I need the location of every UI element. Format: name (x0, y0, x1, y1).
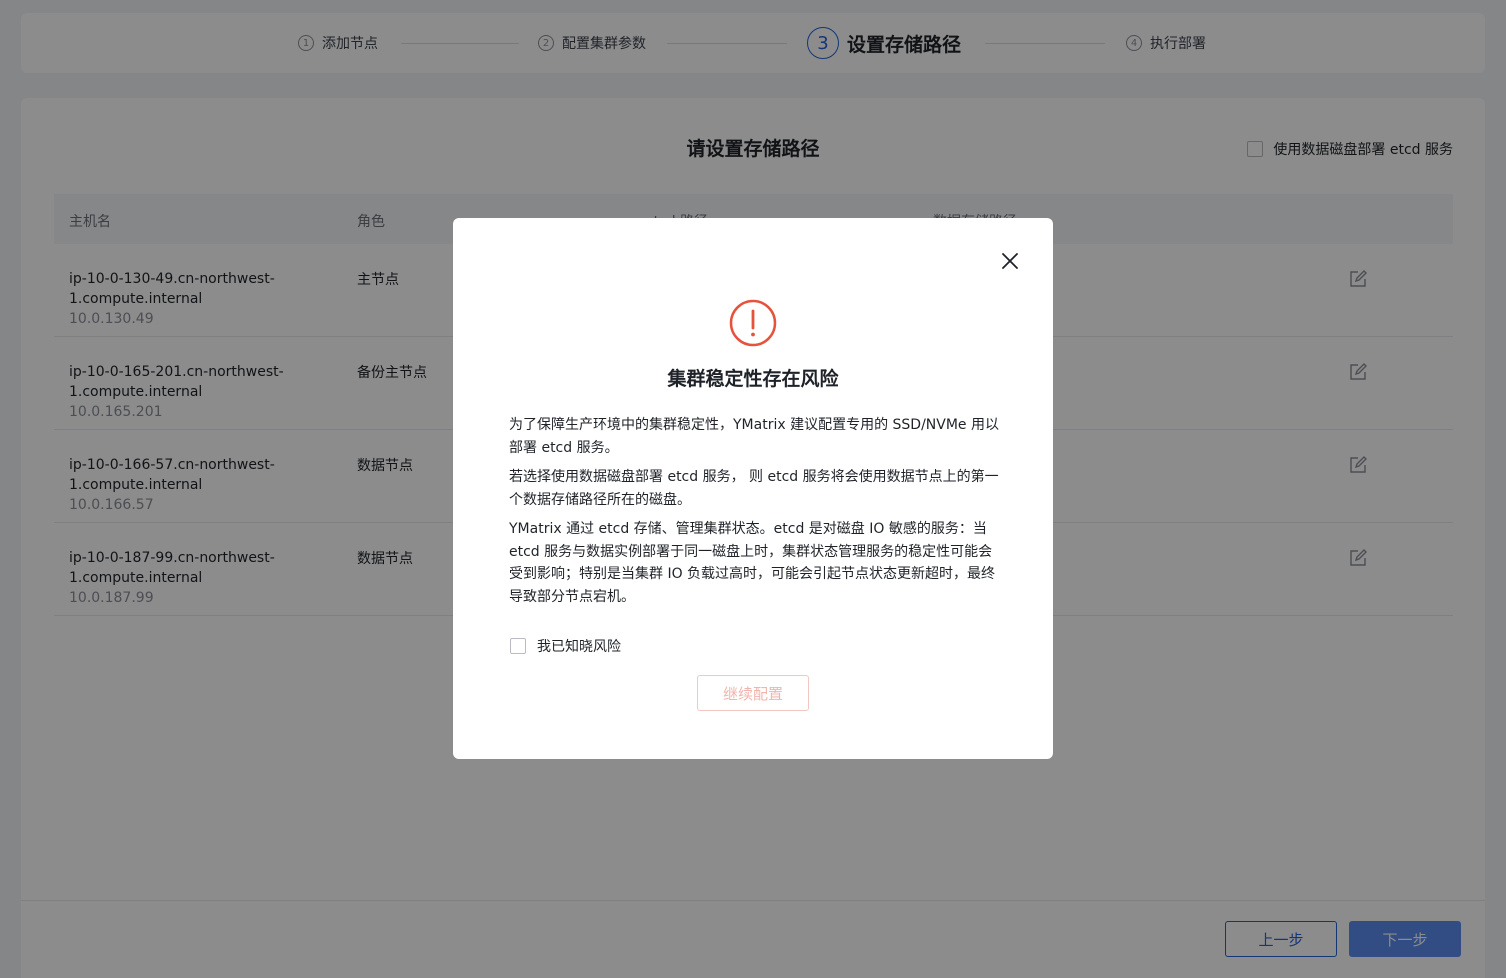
dialog-paragraph: 若选择使用数据磁盘部署 etcd 服务， 则 etcd 服务将会使用数据节点上的… (509, 469, 999, 508)
warning-icon (729, 299, 777, 347)
deploy-wizard-page: 1 添加节点 2 配置集群参数 3 设置存储路径 4 执行部署 请设置存储路径 … (0, 0, 1506, 978)
risk-warning-dialog: 集群稳定性存在风险 为了保障生产环境中的集群稳定性，YMatrix 建议配置专用… (453, 218, 1053, 759)
acknowledge-risk-option[interactable]: 我已知晓风险 (510, 636, 621, 656)
acknowledge-risk-label: 我已知晓风险 (537, 639, 621, 655)
dialog-paragraph: 为了保障生产环境中的集群稳定性，YMatrix 建议配置专用的 SSD/NVMe… (509, 417, 999, 456)
continue-config-button[interactable]: 继续配置 (697, 675, 809, 711)
close-icon[interactable] (1001, 252, 1019, 270)
dialog-title: 集群稳定性存在风险 (667, 368, 839, 390)
dialog-body: 为了保障生产环境中的集群稳定性，YMatrix 建议配置专用的 SSD/NVMe… (509, 414, 1001, 615)
acknowledge-risk-checkbox[interactable] (510, 638, 526, 654)
dialog-paragraph: YMatrix 通过 etcd 存储、管理集群状态。etcd 是对磁盘 IO 敏… (509, 521, 996, 605)
